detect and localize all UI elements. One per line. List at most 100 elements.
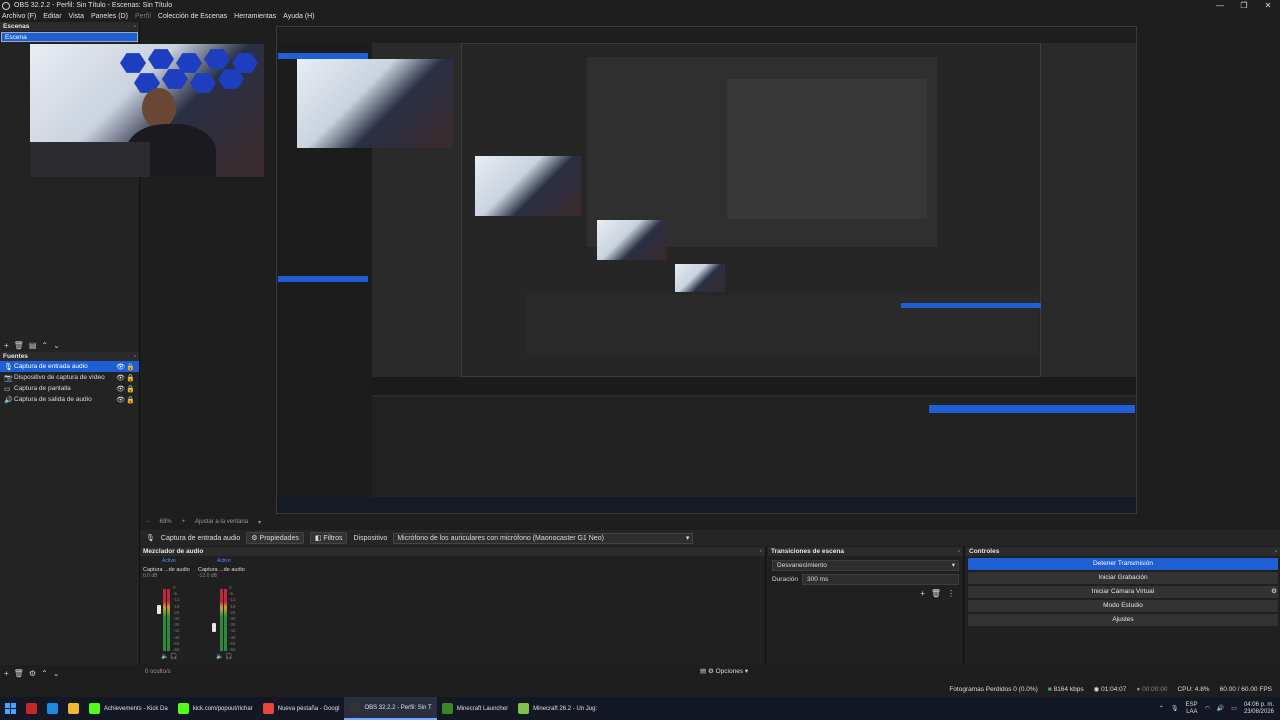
- filters-button[interactable]: ◧ Filtros: [309, 532, 348, 544]
- cpu-usage: CPU: 4.8%: [1177, 685, 1210, 693]
- minimize-button[interactable]: —: [1208, 0, 1232, 11]
- dropped-frames: Fotogramas Perdidos 0 (0.0%): [949, 685, 1038, 693]
- lock-icon[interactable]: 🔒: [126, 374, 135, 382]
- more-icon[interactable]: ⋮: [947, 589, 955, 598]
- menu-vista[interactable]: Vista: [69, 13, 84, 20]
- microphone-icon[interactable]: 🎙: [1171, 705, 1179, 712]
- volume-icon[interactable]: 🔊: [1217, 705, 1224, 712]
- undock-icon[interactable]: ▫: [1275, 547, 1277, 556]
- mixer-layout-icon[interactable]: ▤: [700, 668, 706, 675]
- obs-logo-icon: [2, 1, 10, 10]
- headphones-icon[interactable]: 🎧: [225, 654, 232, 660]
- menu-perfil[interactable]: Perfil: [135, 13, 151, 20]
- menu-editar[interactable]: Editar: [43, 13, 61, 20]
- chevron-down-icon[interactable]: ▾: [258, 519, 261, 526]
- taskbar-app[interactable]: Minecraft Launcher: [437, 697, 513, 720]
- close-button[interactable]: ✕: [1256, 0, 1280, 11]
- chevron-down-icon[interactable]: ⌄: [53, 669, 60, 678]
- trash-icon[interactable]: 🗑: [931, 589, 941, 598]
- source-label: Captura de pantalla: [14, 385, 71, 392]
- undock-icon[interactable]: ▫: [958, 547, 960, 556]
- channel-icons: 🔈 🎧: [216, 653, 233, 660]
- language-indicator[interactable]: ESP LAA: [1186, 702, 1198, 716]
- gear-icon[interactable]: ⚙: [29, 669, 36, 678]
- title-bar: OBS 32.2.2 - Perfil: Sin Título - Escena…: [0, 0, 1280, 11]
- source-label: Captura de entrada audio: [14, 363, 88, 370]
- scenes-toolbar: + 🗑 ▤ ⌃ ⌄: [0, 340, 60, 350]
- menu-paneles[interactable]: Paneles (D): [91, 13, 128, 20]
- source-item[interactable]: 📷 Dispositivo de captura de vídeo 👁 🔒: [0, 372, 139, 383]
- volume-fader[interactable]: [157, 604, 161, 614]
- headphones-icon[interactable]: 🎧: [170, 654, 177, 660]
- controls-title-label: Controles: [969, 548, 1000, 555]
- taskbar-app[interactable]: Nueva pestaña - Googl: [258, 697, 345, 720]
- pinned-app-mail[interactable]: [42, 697, 63, 720]
- camera-icon: 📷: [4, 374, 13, 382]
- transition-type-select[interactable]: Desvanecimiento ▾: [772, 560, 959, 571]
- gear-icon[interactable]: ⚙: [1268, 586, 1280, 598]
- undock-icon[interactable]: ▫: [760, 547, 762, 556]
- volume-fader[interactable]: [212, 623, 216, 633]
- filter-icon[interactable]: ▤: [29, 341, 37, 350]
- start-recording-button[interactable]: Iniciar Grabación: [968, 572, 1278, 584]
- source-item[interactable]: ▭ Captura de pantalla 👁 🔒: [0, 383, 139, 394]
- menu-coleccion-escenas[interactable]: Colección de Escenas: [158, 13, 227, 20]
- trash-icon[interactable]: 🗑: [14, 341, 24, 350]
- start-virtual-camera-button[interactable]: Iniciar Cámara Virtual ⚙: [968, 586, 1278, 598]
- taskbar-app[interactable]: OBS 32.2.2 - Perfil: Sin T: [344, 697, 437, 720]
- lock-icon[interactable]: 🔒: [126, 385, 135, 393]
- eye-icon[interactable]: 👁: [116, 396, 125, 404]
- lock-icon[interactable]: 🔒: [126, 363, 135, 371]
- taskbar-app[interactable]: kick.com/popout/richar: [173, 697, 258, 720]
- chevron-down-icon[interactable]: ▾: [745, 668, 748, 675]
- stream-time: ◉ 01:04:07: [1094, 685, 1127, 693]
- settings-button[interactable]: Ajustes: [968, 614, 1278, 626]
- eye-icon[interactable]: 👁: [116, 363, 125, 371]
- minus-icon[interactable]: −: [146, 519, 150, 525]
- menu-herramientas[interactable]: Herramientas: [234, 13, 276, 20]
- add-icon[interactable]: +: [4, 341, 9, 350]
- start-button[interactable]: [0, 697, 21, 720]
- screen-capture-preview: [276, 26, 1137, 514]
- menu-ayuda[interactable]: Ayuda (H): [283, 13, 314, 20]
- add-icon[interactable]: +: [920, 589, 925, 598]
- chevron-up-icon[interactable]: ⌃: [41, 669, 48, 678]
- clock[interactable]: 04:06 p. m. 23/08/2026: [1244, 702, 1274, 716]
- gear-icon[interactable]: ⚙: [708, 668, 714, 675]
- stop-streaming-button[interactable]: Detener Transmisión: [968, 558, 1278, 570]
- mixer-options-button[interactable]: Opciones: [716, 668, 743, 675]
- source-item[interactable]: 🎙 Captura de entrada audio 👁 🔒: [0, 361, 139, 372]
- speaker-icon[interactable]: 🔈: [216, 654, 223, 660]
- taskbar-app[interactable]: Achievements - Kick Da: [84, 697, 173, 720]
- pinned-app-red[interactable]: [21, 697, 42, 720]
- properties-button[interactable]: ⚙ Propiedades: [246, 532, 304, 544]
- undock-icon[interactable]: ▫: [134, 352, 136, 361]
- plus-icon[interactable]: +: [182, 519, 186, 525]
- kick-icon: [177, 703, 189, 714]
- undock-icon[interactable]: ▫: [134, 22, 136, 31]
- taskbar-app-label: kick.com/popout/richar: [192, 705, 253, 712]
- chevron-up-icon[interactable]: ⌃: [41, 341, 48, 350]
- eye-icon[interactable]: 👁: [116, 385, 125, 393]
- wifi-icon[interactable]: ◠: [1205, 705, 1210, 712]
- battery-icon[interactable]: ▭: [1231, 705, 1237, 712]
- taskbar-app[interactable]: Minecraft 26.2 - Un Jug:: [513, 697, 602, 720]
- menu-archivo[interactable]: Archivo (F): [2, 13, 36, 20]
- scenes-title-label: Escenas: [3, 23, 30, 30]
- trash-icon[interactable]: 🗑: [14, 669, 24, 678]
- source-item[interactable]: 🔊 Captura de salida de audio 👁 🔒: [0, 394, 139, 405]
- chevron-down-icon[interactable]: ⌄: [53, 341, 60, 350]
- speaker-icon[interactable]: 🔈: [161, 654, 168, 660]
- eye-icon[interactable]: 👁: [116, 374, 125, 382]
- maximize-button[interactable]: ❐: [1232, 0, 1256, 11]
- duration-input[interactable]: 300 ms: [802, 574, 959, 585]
- pinned-app-explorer[interactable]: [63, 697, 84, 720]
- scene-item[interactable]: Escena: [1, 32, 138, 42]
- chevron-up-icon[interactable]: ⌃: [1159, 705, 1164, 712]
- studio-mode-button[interactable]: Modo Estudio: [968, 600, 1278, 612]
- fit-window-button[interactable]: Ajustar a la ventana: [195, 519, 248, 525]
- add-icon[interactable]: +: [4, 669, 9, 678]
- scenes-title: Escenas ▫: [0, 22, 139, 31]
- device-select[interactable]: Micrófono de los auriculares con micrófo…: [393, 532, 694, 544]
- lock-icon[interactable]: 🔒: [126, 396, 135, 404]
